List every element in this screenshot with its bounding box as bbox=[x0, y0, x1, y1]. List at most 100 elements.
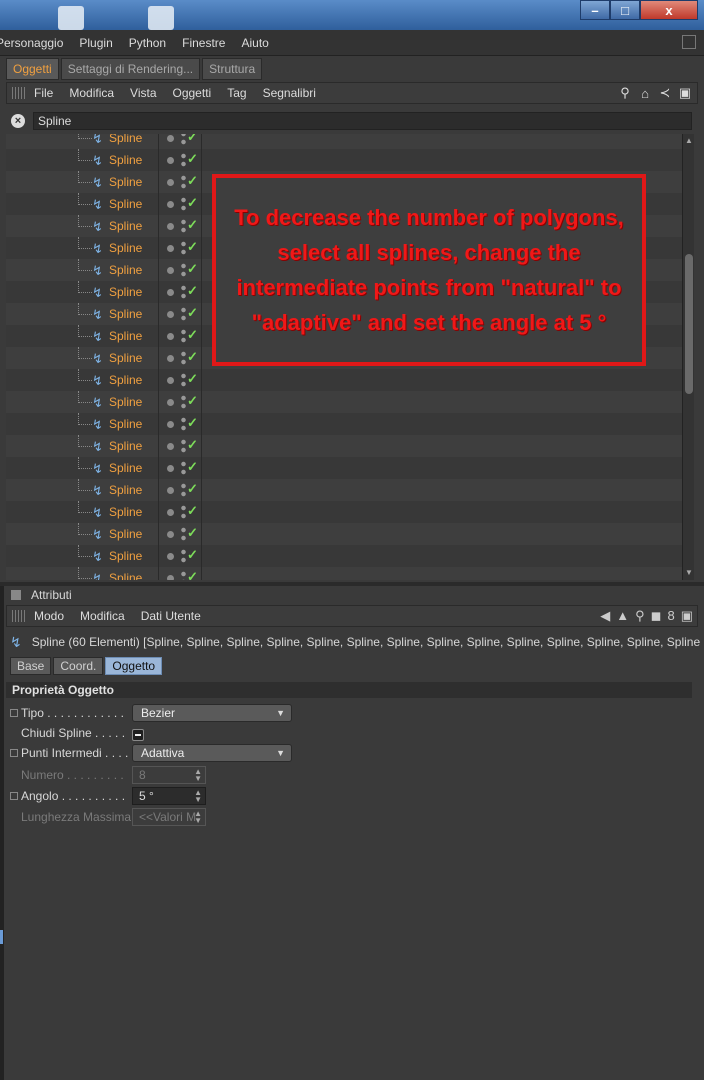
om-menu-segnalibri[interactable]: Segnalibri bbox=[263, 86, 316, 100]
attr-menu-modo[interactable]: Modo bbox=[34, 609, 64, 623]
object-cell[interactable]: ↯ Spline bbox=[6, 237, 158, 259]
check-icon[interactable]: ✓ bbox=[187, 349, 198, 365]
layer-dot-icon[interactable] bbox=[167, 157, 174, 164]
menu-finestre[interactable]: Finestre bbox=[182, 36, 225, 50]
visibility-icon[interactable] bbox=[181, 134, 186, 146]
tab-coord[interactable]: Coord. bbox=[53, 657, 104, 675]
object-cell[interactable]: ↯ Spline bbox=[6, 545, 158, 567]
layer-dot-icon[interactable] bbox=[167, 355, 174, 362]
layer-dot-icon[interactable] bbox=[167, 443, 174, 450]
object-cell[interactable]: ↯ Spline bbox=[6, 171, 158, 193]
layer-dot-icon[interactable] bbox=[167, 179, 174, 186]
object-cell[interactable]: ↯ Spline bbox=[6, 281, 158, 303]
visibility-icon[interactable] bbox=[181, 284, 186, 300]
object-cell[interactable]: ↯ Spline bbox=[6, 369, 158, 391]
visibility-icon[interactable] bbox=[181, 240, 186, 256]
lock-icon[interactable]: ◼ bbox=[651, 608, 662, 624]
expand-icon[interactable]: ▣ bbox=[677, 85, 693, 101]
layer-dot-icon[interactable] bbox=[167, 267, 174, 274]
back-arrow-icon[interactable]: ◀ bbox=[600, 608, 610, 624]
punti-intermedi-dropdown[interactable]: Adattiva ▼ bbox=[132, 744, 292, 762]
search-input[interactable] bbox=[33, 112, 692, 130]
object-cell[interactable]: ↯ Spline bbox=[6, 413, 158, 435]
visibility-icon[interactable] bbox=[181, 218, 186, 234]
layer-dot-icon[interactable] bbox=[167, 509, 174, 516]
object-name[interactable]: Spline bbox=[109, 483, 142, 497]
list-item[interactable]: ↯ Spline ✓ bbox=[6, 391, 682, 413]
object-name[interactable]: Spline bbox=[109, 351, 142, 365]
object-name[interactable]: Spline bbox=[109, 549, 142, 563]
object-name[interactable]: Spline bbox=[109, 197, 142, 211]
tipo-dropdown[interactable]: Bezier ▼ bbox=[132, 704, 292, 722]
check-icon[interactable]: ✓ bbox=[187, 239, 198, 255]
check-icon[interactable]: ✓ bbox=[187, 151, 198, 167]
attr-menu-dati-utente[interactable]: Dati Utente bbox=[141, 609, 201, 623]
layer-dot-icon[interactable] bbox=[167, 311, 174, 318]
list-item[interactable]: ↯ Spline ✓ bbox=[6, 134, 682, 149]
list-item[interactable]: ↯ Spline ✓ bbox=[6, 545, 682, 567]
visibility-icon[interactable] bbox=[181, 262, 186, 278]
visibility-icon[interactable] bbox=[181, 328, 186, 344]
check-icon[interactable]: ✓ bbox=[187, 134, 198, 145]
object-cell[interactable]: ↯ Spline bbox=[6, 435, 158, 457]
up-arrow-icon[interactable]: ▲ bbox=[616, 608, 629, 624]
check-icon[interactable]: ✓ bbox=[187, 547, 198, 563]
layer-dot-icon[interactable] bbox=[167, 553, 174, 560]
visibility-icon[interactable] bbox=[181, 526, 186, 542]
list-item[interactable]: ↯ Spline ✓ bbox=[6, 523, 682, 545]
list-item[interactable]: ↯ Spline ✓ bbox=[6, 369, 682, 391]
check-icon[interactable]: ✓ bbox=[187, 283, 198, 299]
check-icon[interactable]: ✓ bbox=[187, 525, 198, 541]
layer-dot-icon[interactable] bbox=[167, 289, 174, 296]
menu-python[interactable]: Python bbox=[129, 36, 166, 50]
layer-dot-icon[interactable] bbox=[167, 399, 174, 406]
animate-bullet[interactable] bbox=[10, 749, 18, 757]
check-icon[interactable]: ✓ bbox=[187, 481, 198, 497]
search-icon[interactable]: ⚲ bbox=[635, 608, 645, 624]
animate-bullet[interactable] bbox=[10, 709, 18, 717]
check-icon[interactable]: ✓ bbox=[187, 305, 198, 321]
tab-oggetto[interactable]: Oggetto bbox=[105, 657, 163, 675]
layer-dot-icon[interactable] bbox=[167, 201, 174, 208]
layer-dot-icon[interactable] bbox=[167, 377, 174, 384]
check-icon[interactable]: ✓ bbox=[187, 371, 198, 387]
check-icon[interactable]: ✓ bbox=[187, 437, 198, 453]
object-cell[interactable]: ↯ Spline bbox=[6, 303, 158, 325]
scroll-down-icon[interactable]: ▼ bbox=[684, 568, 694, 578]
visibility-icon[interactable] bbox=[181, 548, 186, 564]
layer-dot-icon[interactable] bbox=[167, 223, 174, 230]
grip-icon[interactable] bbox=[12, 87, 26, 99]
visibility-icon[interactable] bbox=[181, 504, 186, 520]
object-name[interactable]: Spline bbox=[109, 263, 142, 277]
layout-icon[interactable] bbox=[682, 35, 696, 49]
link-icon[interactable]: 8 bbox=[667, 608, 674, 624]
list-item[interactable]: ↯ Spline ✓ bbox=[6, 457, 682, 479]
object-name[interactable]: Spline bbox=[109, 461, 142, 475]
menu-personaggio[interactable]: Personaggio bbox=[0, 36, 63, 50]
tab-base[interactable]: Base bbox=[10, 657, 52, 675]
grip-icon[interactable] bbox=[12, 610, 26, 622]
om-menu-vista[interactable]: Vista bbox=[130, 86, 156, 100]
layer-dot-icon[interactable] bbox=[167, 333, 174, 340]
close-button[interactable]: x bbox=[640, 0, 698, 20]
check-icon[interactable]: ✓ bbox=[187, 503, 198, 519]
tab-struttura[interactable]: Struttura bbox=[202, 58, 263, 80]
check-icon[interactable]: ✓ bbox=[187, 327, 198, 343]
object-name[interactable]: Spline bbox=[109, 175, 142, 189]
expand-icon[interactable]: ▣ bbox=[681, 608, 693, 624]
object-name[interactable]: Spline bbox=[109, 373, 142, 387]
tab-settaggi-rendering[interactable]: Settaggi di Rendering... bbox=[60, 58, 201, 80]
layer-dot-icon[interactable] bbox=[167, 487, 174, 494]
list-item[interactable]: ↯ Spline ✓ bbox=[6, 435, 682, 457]
list-item[interactable]: ↯ Spline ✓ bbox=[6, 413, 682, 435]
stepper-icon[interactable]: ▲ ▼ bbox=[194, 789, 202, 804]
check-icon[interactable]: ✓ bbox=[187, 261, 198, 277]
object-name[interactable]: Spline bbox=[109, 241, 142, 255]
object-cell[interactable]: ↯ Spline bbox=[6, 325, 158, 347]
object-cell[interactable]: ↯ Spline bbox=[6, 215, 158, 237]
object-cell[interactable]: ↯ Spline bbox=[6, 457, 158, 479]
search-icon[interactable]: ⚲ bbox=[617, 85, 633, 101]
maximize-button[interactable]: □ bbox=[610, 0, 640, 20]
object-cell[interactable]: ↯ Spline bbox=[6, 149, 158, 171]
layer-dot-icon[interactable] bbox=[167, 421, 174, 428]
